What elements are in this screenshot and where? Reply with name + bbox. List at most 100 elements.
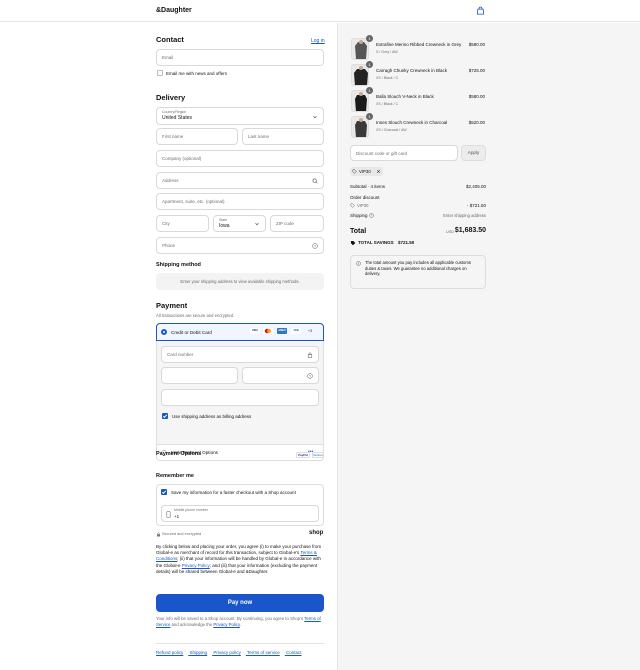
card-details-panel: Card number ? Use shipping address as bi… bbox=[156, 341, 324, 444]
billing-checkbox[interactable] bbox=[162, 413, 168, 419]
card-number-field[interactable]: Card number bbox=[161, 346, 319, 363]
last-name-placeholder: Last name bbox=[248, 134, 270, 139]
close-icon[interactable] bbox=[376, 169, 381, 174]
duties-note-box: The total amount you pay includes all ap… bbox=[350, 255, 486, 289]
shipping-method-box: Enter your shipping address to view avai… bbox=[156, 273, 324, 290]
remember-checkbox[interactable] bbox=[161, 489, 167, 495]
company-field[interactable]: Company (optional) bbox=[156, 150, 324, 167]
visa-icon: VISA bbox=[250, 328, 260, 334]
refund-policy-link[interactable]: Refund policy bbox=[156, 650, 183, 655]
footer-divider bbox=[156, 643, 324, 644]
shop-privacy-link[interactable]: Privacy Policy bbox=[213, 622, 239, 627]
terms-of-service-link[interactable]: Terms of service bbox=[247, 650, 280, 655]
product-price: $725.00 bbox=[468, 68, 485, 73]
shop-note: Your info will be saved to a Shop accoun… bbox=[156, 616, 324, 628]
state-label: State bbox=[219, 218, 228, 222]
payment-options-heading: Payment Options bbox=[156, 451, 202, 457]
mobile-phone-label: Mobile phone number bbox=[174, 508, 208, 512]
product-name: Carragh Chunky Crewneck in Black bbox=[376, 68, 448, 73]
help-circle-icon[interactable]: ? bbox=[307, 373, 313, 379]
country-label: Country/Region bbox=[162, 110, 187, 114]
payment-subtitle: All transactions are secure and encrypte… bbox=[156, 313, 235, 318]
product-price: $580.00 bbox=[468, 42, 485, 47]
address-field[interactable]: Address bbox=[156, 172, 324, 189]
product-thumbnail bbox=[351, 116, 369, 138]
payment-heading: Payment bbox=[156, 301, 188, 310]
help-circle-icon[interactable]: ? bbox=[369, 213, 374, 218]
credit-card-option[interactable]: Credit or Debit Card VISA AMEX JCB +3 bbox=[156, 323, 324, 341]
first-name-placeholder: First name bbox=[162, 134, 184, 139]
contact-link[interactable]: Contact bbox=[286, 650, 302, 655]
product-variant: S / Grey / AW bbox=[376, 50, 398, 54]
last-name-field[interactable]: Last name bbox=[242, 128, 324, 145]
quantity-badge: 1 bbox=[366, 87, 373, 94]
venmo-icon[interactable]: Venmo bbox=[312, 452, 324, 458]
company-placeholder: Company (optional) bbox=[162, 156, 202, 161]
shipping-value: Enter shipping address bbox=[443, 213, 486, 218]
page-header: &Daughter bbox=[0, 0, 640, 22]
security-code-field[interactable]: ? bbox=[242, 367, 319, 384]
login-link[interactable]: Log in bbox=[311, 38, 325, 44]
more-cards-label: +3 bbox=[307, 329, 313, 333]
jcb-icon: JCB bbox=[291, 328, 301, 334]
news-label: Email me with news and offers bbox=[166, 71, 227, 76]
savings-value: $721.50 bbox=[398, 240, 415, 245]
shipping-label: Shipping bbox=[350, 213, 368, 218]
country-select[interactable]: Country/Region United States bbox=[156, 107, 324, 125]
discount-code-label: VIP30 bbox=[357, 203, 369, 208]
help-circle-icon[interactable]: ? bbox=[312, 243, 318, 249]
country-value: United States bbox=[162, 115, 193, 121]
expiration-field[interactable] bbox=[161, 367, 238, 384]
state-value: Iowa bbox=[219, 223, 230, 229]
email-field[interactable]: Email bbox=[156, 49, 324, 66]
phone-field[interactable]: Phone ? bbox=[156, 237, 324, 254]
apply-button[interactable]: Apply bbox=[461, 145, 486, 161]
mobile-phone-icon bbox=[166, 511, 171, 518]
amex-icon: AMEX bbox=[277, 328, 287, 334]
applied-code-chip: VIP30 bbox=[350, 167, 383, 176]
paypal-icon[interactable]: PayPal bbox=[296, 452, 310, 458]
credit-card-label: Credit or Debit Card bbox=[171, 330, 212, 335]
subtotal-label: Subtotal · 4 items bbox=[350, 184, 386, 189]
lock-icon bbox=[157, 532, 160, 537]
zip-field[interactable]: ZIP code bbox=[270, 215, 324, 232]
news-checkbox[interactable] bbox=[157, 70, 163, 76]
phone-placeholder: Phone bbox=[162, 243, 176, 248]
email-placeholder: Email bbox=[162, 55, 174, 60]
product-variant: XS / Black / C bbox=[376, 76, 399, 80]
savings-tag-icon bbox=[351, 241, 356, 246]
applied-code-label: VIP30 bbox=[359, 169, 371, 174]
city-field[interactable]: City bbox=[156, 215, 209, 232]
chevron-down-icon bbox=[313, 115, 317, 119]
pay-now-button[interactable]: Pay now bbox=[156, 594, 324, 612]
chevron-down-icon bbox=[255, 222, 259, 226]
product-price: $520.00 bbox=[468, 120, 485, 125]
shop-note-text-2: and acknowledge the bbox=[170, 622, 214, 627]
savings-label: TOTAL SAVINGS bbox=[358, 240, 394, 245]
remember-box: Save my information for a faster checkou… bbox=[156, 484, 324, 526]
name-on-card-field[interactable] bbox=[161, 389, 319, 406]
discount-placeholder: Discount code or gift card bbox=[356, 151, 408, 156]
legal-text-1: By clicking below and placing your order… bbox=[156, 544, 322, 556]
privacy-policy-link[interactable]: Privacy Policy bbox=[182, 563, 210, 568]
apartment-field[interactable]: Apartment, suite, etc. (optional) bbox=[156, 193, 324, 210]
shipping-link[interactable]: Shipping bbox=[190, 650, 208, 655]
brand-logo[interactable]: &Daughter bbox=[156, 7, 192, 14]
shopping-bag-icon[interactable] bbox=[476, 6, 485, 15]
product-thumbnail bbox=[351, 64, 369, 86]
privacy-policy-footer-link[interactable]: Privacy policy bbox=[213, 650, 241, 655]
state-select[interactable]: State Iowa bbox=[213, 215, 266, 232]
shop-note-text-3: . bbox=[239, 622, 241, 627]
product-thumbnail bbox=[351, 38, 369, 60]
contact-heading: Contact bbox=[156, 35, 184, 44]
mastercard-icon bbox=[263, 328, 273, 334]
zip-placeholder: ZIP code bbox=[276, 221, 294, 226]
shop-note-text-1: Your info will be saved to a Shop accoun… bbox=[156, 616, 305, 621]
discount-input[interactable]: Discount code or gift card bbox=[350, 145, 458, 161]
mobile-phone-field[interactable]: Mobile phone number +1 bbox=[161, 505, 319, 522]
svg-text:?: ? bbox=[309, 374, 311, 378]
shipping-method-heading: Shipping method bbox=[156, 262, 201, 268]
credit-card-radio[interactable] bbox=[161, 329, 167, 335]
total-label: Total bbox=[350, 228, 367, 235]
first-name-field[interactable]: First name bbox=[156, 128, 238, 145]
